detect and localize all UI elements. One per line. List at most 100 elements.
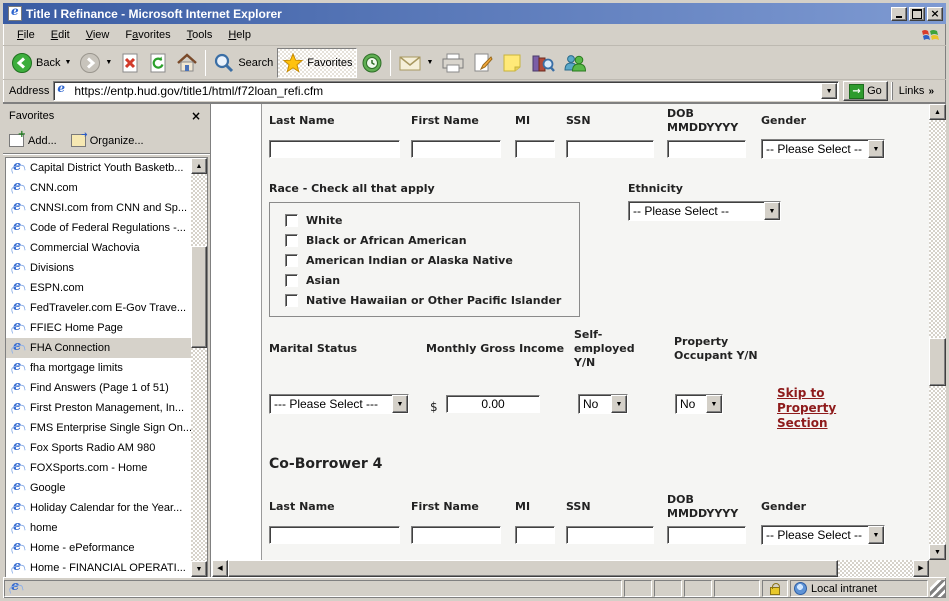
- vertical-scrollbar[interactable]: ▲ ▼: [929, 104, 946, 560]
- favorite-item[interactable]: Home - FINANCIAL OPERATI...: [6, 558, 191, 577]
- discuss-button[interactable]: [497, 48, 527, 78]
- favorite-item[interactable]: Find Answers (Page 1 of 51): [6, 378, 191, 398]
- stop-button[interactable]: [116, 48, 144, 78]
- messenger-button[interactable]: [559, 48, 591, 78]
- select-dropdown-icon[interactable]: ▼: [611, 395, 627, 413]
- first-name-input[interactable]: [411, 140, 501, 158]
- scroll-up-icon[interactable]: ▲: [929, 104, 946, 120]
- resize-grip[interactable]: [930, 580, 945, 597]
- scroll-down-icon[interactable]: ▼: [191, 561, 207, 577]
- favorite-item[interactable]: Commercial Wachovia: [6, 238, 191, 258]
- favorites-organize-button[interactable]: Organize...: [71, 134, 144, 147]
- favorite-item[interactable]: ESPN.com: [6, 278, 191, 298]
- favorite-item[interactable]: Code of Federal Regulations -...: [6, 218, 191, 238]
- favorite-item-label: ESPN.com: [30, 282, 84, 294]
- favorite-item[interactable]: First Preston Management, In...: [6, 398, 191, 418]
- favorites-close-button[interactable]: ×: [188, 109, 204, 123]
- select-dropdown-icon[interactable]: ▼: [706, 395, 722, 413]
- favorite-item[interactable]: Capital District Youth Basketb...: [6, 158, 191, 178]
- select-dropdown-icon[interactable]: ▼: [764, 202, 780, 220]
- menu-tools[interactable]: Tools: [179, 26, 221, 44]
- favorite-item[interactable]: Divisions: [6, 258, 191, 278]
- last-name-label: Last Name: [269, 500, 335, 514]
- race-checkbox[interactable]: [285, 274, 298, 287]
- dob-input[interactable]: [667, 140, 746, 158]
- scroll-right-icon[interactable]: ▶: [913, 560, 929, 577]
- forward-button[interactable]: ▼: [75, 48, 116, 78]
- favorite-item[interactable]: CNN.com: [6, 178, 191, 198]
- race-checkbox[interactable]: [285, 214, 298, 227]
- menu-file[interactable]: File: [9, 26, 43, 44]
- menu-favorites[interactable]: Favorites: [117, 26, 178, 44]
- mail-button[interactable]: ▼: [394, 48, 437, 78]
- race-checkbox[interactable]: [285, 234, 298, 247]
- race-checkbox[interactable]: [285, 294, 298, 307]
- menu-help[interactable]: Help: [220, 26, 259, 44]
- favorite-item[interactable]: Holiday Calendar for the Year...: [6, 498, 191, 518]
- mi-input[interactable]: [515, 140, 555, 158]
- go-button[interactable]: → Go: [843, 81, 888, 101]
- forward-dropdown-arrow[interactable]: ▼: [105, 59, 112, 66]
- favorites-add-button[interactable]: Add...: [9, 134, 57, 147]
- close-button[interactable]: ×: [927, 7, 943, 21]
- scrollbar-thumb[interactable]: [929, 338, 946, 386]
- links-toolbar[interactable]: Links »: [892, 82, 940, 100]
- address-dropdown-button[interactable]: ▼: [821, 83, 837, 99]
- favorite-item[interactable]: fha mortgage limits: [6, 358, 191, 378]
- favorite-item[interactable]: CNNSI.com from CNN and Sp...: [6, 198, 191, 218]
- first-name-input[interactable]: [411, 526, 501, 544]
- mi-input[interactable]: [515, 526, 555, 544]
- print-button[interactable]: [437, 48, 469, 78]
- refresh-button[interactable]: [144, 48, 172, 78]
- last-name-input[interactable]: [269, 140, 400, 158]
- last-name-input[interactable]: [269, 526, 400, 544]
- mail-dropdown-arrow[interactable]: ▼: [426, 59, 433, 66]
- ssn-input[interactable]: [566, 526, 654, 544]
- search-button[interactable]: Search: [209, 48, 277, 78]
- favorite-item[interactable]: home: [6, 518, 191, 538]
- edit-button[interactable]: [469, 48, 497, 78]
- scroll-up-icon[interactable]: ▲: [191, 158, 207, 174]
- favorite-item[interactable]: Home - ePeformance: [6, 538, 191, 558]
- favorite-item[interactable]: FHA Connection: [6, 338, 191, 358]
- select-dropdown-icon[interactable]: ▼: [868, 526, 884, 544]
- race-option-label: White: [306, 214, 342, 227]
- scroll-down-icon[interactable]: ▼: [929, 544, 946, 560]
- property-occupant-select[interactable]: No ▼: [675, 394, 723, 414]
- scrollbar-thumb[interactable]: [228, 560, 838, 577]
- menu-edit[interactable]: Edit: [43, 26, 78, 44]
- income-input[interactable]: [446, 395, 540, 413]
- history-button[interactable]: [357, 48, 387, 78]
- favorite-item[interactable]: Google: [6, 478, 191, 498]
- minimize-button[interactable]: [891, 7, 907, 21]
- dob-input[interactable]: [667, 526, 746, 544]
- back-button[interactable]: Back ▼: [7, 48, 75, 78]
- ethnicity-select[interactable]: -- Please Select -- ▼: [628, 201, 781, 221]
- scroll-left-icon[interactable]: ◀: [212, 560, 228, 577]
- select-dropdown-icon[interactable]: ▼: [392, 395, 408, 413]
- race-checkbox[interactable]: [285, 254, 298, 267]
- favorite-item[interactable]: FOXSports.com - Home: [6, 458, 191, 478]
- home-button[interactable]: [172, 48, 202, 78]
- favorites-button[interactable]: Favorites: [277, 48, 357, 78]
- favorite-item[interactable]: Fox Sports Radio AM 980: [6, 438, 191, 458]
- select-dropdown-icon[interactable]: ▼: [868, 140, 884, 158]
- gender-select[interactable]: -- Please Select -- ▼: [761, 525, 885, 545]
- maximize-button[interactable]: [909, 7, 925, 21]
- self-employed-select[interactable]: No ▼: [578, 394, 628, 414]
- menu-view[interactable]: View: [78, 26, 118, 44]
- horizontal-scrollbar[interactable]: ◀ ▶: [212, 560, 929, 577]
- favorites-scrollbar[interactable]: ▲ ▼: [191, 158, 207, 577]
- favorite-item[interactable]: FFIEC Home Page: [6, 318, 191, 338]
- gender-select[interactable]: -- Please Select -- ▼: [761, 139, 885, 159]
- ssn-input[interactable]: [566, 140, 654, 158]
- research-button[interactable]: [527, 48, 559, 78]
- back-dropdown-arrow[interactable]: ▼: [64, 59, 71, 66]
- marital-status-select[interactable]: --- Please Select --- ▼: [269, 394, 409, 414]
- ie-page-icon: [10, 321, 25, 336]
- favorite-item[interactable]: FMS Enterprise Single Sign On...: [6, 418, 191, 438]
- skip-to-property-link[interactable]: Skip to Property Section: [777, 386, 855, 431]
- address-input[interactable]: https://entp.hud.gov/title1/html/f72loan…: [53, 81, 839, 101]
- scrollbar-thumb[interactable]: [191, 246, 207, 348]
- favorite-item[interactable]: FedTraveler.com E-Gov Trave...: [6, 298, 191, 318]
